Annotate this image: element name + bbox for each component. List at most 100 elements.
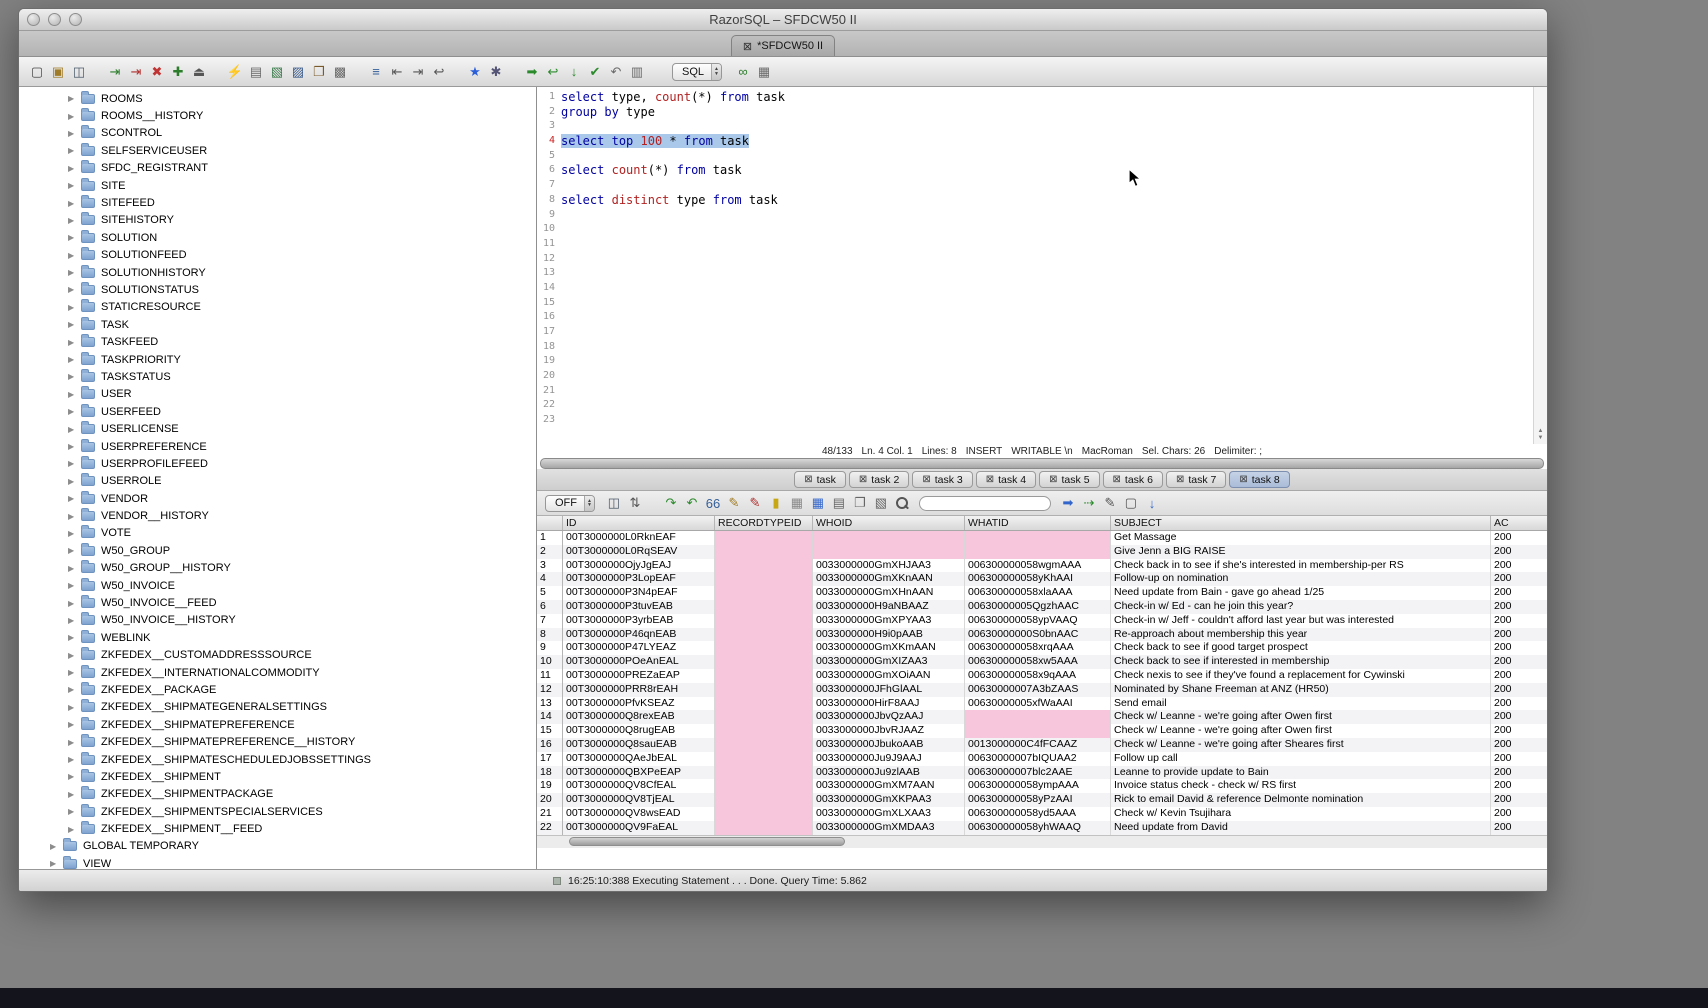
- table-cell[interactable]: 00T3000000PfvKSEAZ: [563, 697, 715, 711]
- column-header[interactable]: ID: [563, 516, 715, 530]
- table-cell[interactable]: Get Massage: [1111, 531, 1491, 545]
- table-cell[interactable]: [965, 545, 1111, 559]
- disclosure-triangle-icon[interactable]: ▶: [68, 703, 81, 712]
- table-cell[interactable]: [715, 559, 813, 573]
- tab-close-icon[interactable]: ⊠: [986, 474, 994, 485]
- tree-item[interactable]: ▶USERLICENSE: [19, 420, 536, 437]
- table-cell[interactable]: [965, 724, 1111, 738]
- tree-item[interactable]: ▶ROOMS__HISTORY: [19, 107, 536, 124]
- tree-item[interactable]: ▶WEBLINK: [19, 629, 536, 646]
- table-row[interactable]: 1900T3000000QV8CfEAL0033000000GmXM7AAN00…: [537, 779, 1547, 793]
- table-cell[interactable]: 00T3000000QV8wsEAD: [563, 807, 715, 821]
- disclosure-triangle-icon[interactable]: ▶: [68, 529, 81, 538]
- table-row[interactable]: 1300T3000000PfvKSEAZ0033000000HirF8AAJ00…: [537, 697, 1547, 711]
- row-number-cell[interactable]: 7: [537, 614, 563, 628]
- tree-item[interactable]: ▶SOLUTION: [19, 229, 536, 246]
- table-cell[interactable]: 0033000000JbvQzAAJ: [813, 710, 965, 724]
- tree-item[interactable]: ▶SITE: [19, 177, 536, 194]
- table-cell[interactable]: Follow-up on nomination: [1111, 572, 1491, 586]
- row-number-cell[interactable]: 15: [537, 724, 563, 738]
- tree-item[interactable]: ▶ZKFEDEX__SHIPMENTSPECIALSERVICES: [19, 803, 536, 820]
- tree-item[interactable]: ▶ZKFEDEX__SHIPMATEPREFERENCE__HISTORY: [19, 733, 536, 750]
- disclosure-triangle-icon[interactable]: ▶: [68, 303, 81, 312]
- indent-icon[interactable]: ⇥: [409, 62, 427, 81]
- grid-blue-icon[interactable]: ▦: [809, 494, 827, 513]
- tree-item[interactable]: ▶GLOBAL TEMPORARY: [19, 838, 536, 855]
- tab-close-icon[interactable]: ⊠: [1049, 474, 1057, 485]
- disclosure-triangle-icon[interactable]: ▶: [68, 199, 81, 208]
- table-cell[interactable]: 00T3000000P3yrbEAB: [563, 614, 715, 628]
- disclosure-triangle-icon[interactable]: ▶: [68, 633, 81, 642]
- table-cell[interactable]: [715, 683, 813, 697]
- table-cell[interactable]: 006300000058ympAAA: [965, 779, 1111, 793]
- tree-item[interactable]: ▶ZKFEDEX__INTERNATIONALCOMMODITY: [19, 664, 536, 681]
- table-cell[interactable]: 0033000000GmXMDAA3: [813, 821, 965, 835]
- disclosure-triangle-icon[interactable]: ▶: [68, 651, 81, 660]
- result-tab[interactable]: ⊠task 4: [976, 471, 1036, 488]
- table-cell[interactable]: 00T3000000QAeJbEAL: [563, 752, 715, 766]
- table-cell[interactable]: Check w/ Leanne - we're going after Owen…: [1111, 710, 1491, 724]
- table-row[interactable]: 800T3000000P46qnEAB0033000000H9i0pAAB006…: [537, 628, 1547, 642]
- disclosure-triangle-icon[interactable]: ▶: [68, 616, 81, 625]
- disclosure-triangle-icon[interactable]: ▶: [68, 164, 81, 173]
- disclosure-triangle-icon[interactable]: ▶: [68, 790, 81, 799]
- column-header[interactable]: SUBJECT: [1111, 516, 1491, 530]
- table-cell[interactable]: 00T3000000P47LYEAZ: [563, 641, 715, 655]
- table-row[interactable]: 700T3000000P3yrbEAB0033000000GmXPYAA3006…: [537, 614, 1547, 628]
- table-cell[interactable]: 00630000000S0bnAAC: [965, 628, 1111, 642]
- disclosure-triangle-icon[interactable]: ▶: [68, 581, 81, 590]
- table-cell[interactable]: [715, 586, 813, 600]
- table-cell[interactable]: Send email: [1111, 697, 1491, 711]
- table-cell[interactable]: [715, 821, 813, 835]
- table-row[interactable]: 1700T3000000QAeJbEAL0033000000Ju9J9AAJ00…: [537, 752, 1547, 766]
- table-cell[interactable]: 00T3000000QV8CfEAL: [563, 779, 715, 793]
- table-cell[interactable]: Re-approach about membership this year: [1111, 628, 1491, 642]
- table-cell[interactable]: 0033000000GmXM7AAN: [813, 779, 965, 793]
- disclosure-triangle-icon[interactable]: ▶: [68, 216, 81, 225]
- row-number-cell[interactable]: 17: [537, 752, 563, 766]
- go-icon[interactable]: ➡: [1059, 494, 1077, 513]
- table-row[interactable]: 2100T3000000QV8wsEAD0033000000GmXLXAA300…: [537, 807, 1547, 821]
- table-cell[interactable]: 0013000000C4fFCAAZ: [965, 738, 1111, 752]
- tree-item[interactable]: ▶ZKFEDEX__SHIPMENT__FEED: [19, 820, 536, 837]
- table-cell[interactable]: Leanne to provide update to Bain: [1111, 766, 1491, 780]
- row-number-cell[interactable]: 2: [537, 545, 563, 559]
- tree-item[interactable]: ▶W50_INVOICE: [19, 577, 536, 594]
- table-cell[interactable]: 200: [1491, 641, 1547, 655]
- table-row[interactable]: 300T3000000OjyJgEAJ0033000000GmXHJAA3006…: [537, 559, 1547, 573]
- table-row[interactable]: 1500T3000000Q8rugEAB0033000000JbvRJAAZCh…: [537, 724, 1547, 738]
- table-cell[interactable]: 0033000000GmXKPAA3: [813, 793, 965, 807]
- table-cell[interactable]: 0033000000JFhGlAAL: [813, 683, 965, 697]
- tree-item[interactable]: ▶SOLUTIONHISTORY: [19, 264, 536, 281]
- format-sql-icon[interactable]: ≡: [367, 62, 385, 81]
- table-row[interactable]: 1800T3000000QBXPeEAP0033000000Ju9zlAAB00…: [537, 766, 1547, 780]
- table-row[interactable]: 1100T3000000PREZaEAP0033000000GmXOiAAN00…: [537, 669, 1547, 683]
- column-header[interactable]: WHATID: [965, 516, 1111, 530]
- table-cell[interactable]: 0033000000HirF8AAJ: [813, 697, 965, 711]
- disclosure-triangle-icon[interactable]: ▶: [68, 146, 81, 155]
- table-cell[interactable]: 0033000000GmXPYAA3: [813, 614, 965, 628]
- table-cell[interactable]: [715, 531, 813, 545]
- title-bar[interactable]: RazorSQL – SFDCW50 II: [19, 9, 1547, 31]
- tree-item[interactable]: ▶VOTE: [19, 525, 536, 542]
- table-cell[interactable]: 0033000000GmXOiAAN: [813, 669, 965, 683]
- row-number-cell[interactable]: 18: [537, 766, 563, 780]
- grid-icon[interactable]: ▦: [788, 494, 806, 513]
- edit-delete-icon[interactable]: ✎: [746, 494, 764, 513]
- table-cell[interactable]: [715, 779, 813, 793]
- table-row[interactable]: 200T3000000L0RqSEAVGive Jenn a BIG RAISE…: [537, 545, 1547, 559]
- table-cell[interactable]: 200: [1491, 600, 1547, 614]
- table-cell[interactable]: [813, 531, 965, 545]
- table-cell[interactable]: 00T3000000PRR8rEAH: [563, 683, 715, 697]
- view-record-icon[interactable]: ▢: [1122, 494, 1140, 513]
- tree-item[interactable]: ▶SCONTROL: [19, 125, 536, 142]
- table-cell[interactable]: [715, 697, 813, 711]
- sort-filter-icon[interactable]: ⇅: [626, 494, 644, 513]
- tree-item[interactable]: ▶W50_GROUP__HISTORY: [19, 560, 536, 577]
- table-cell[interactable]: 0033000000GmXKmAAN: [813, 641, 965, 655]
- row-number-cell[interactable]: 20: [537, 793, 563, 807]
- table-cell[interactable]: 00630000007A3bZAAS: [965, 683, 1111, 697]
- table-cell[interactable]: 00T3000000Q8sauEAB: [563, 738, 715, 752]
- tree-item[interactable]: ▶USER: [19, 386, 536, 403]
- table-cell[interactable]: 200: [1491, 572, 1547, 586]
